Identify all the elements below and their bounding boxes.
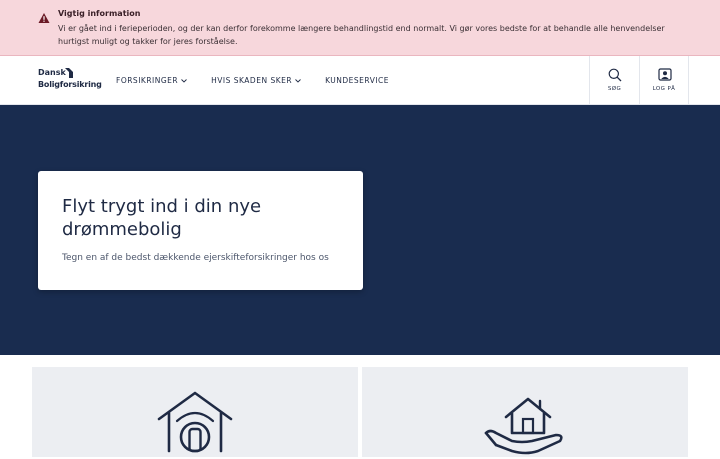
hero-section: Flyt trygt ind i din nye drømmebolig Teg…	[0, 105, 720, 355]
hero-subtitle: Tegn en af de bedst dækkende ejerskiftef…	[62, 253, 329, 263]
nav-item-label: FORSIKRINGER	[116, 76, 179, 85]
nav-item-forsikringer[interactable]: FORSIKRINGER	[116, 76, 187, 85]
hero-card: Flyt trygt ind i din nye drømmebolig Teg…	[38, 171, 363, 290]
product-cards	[0, 355, 720, 457]
nav-item-label: HVIS SKADEN SKER	[211, 76, 293, 85]
logo-mark-icon	[65, 68, 73, 78]
logo-line2: Boligforsikring	[38, 80, 102, 89]
chevron-down-icon	[181, 78, 187, 83]
login-button[interactable]: LOG PÅ	[639, 56, 689, 105]
site-header: Dansk Boligforsikring FORSIKRINGER HVIS …	[0, 56, 720, 105]
house-door-icon	[157, 391, 233, 453]
login-label: LOG PÅ	[652, 86, 676, 92]
alert-body: Vi er gået ind i ferieperioden, og der k…	[58, 24, 665, 46]
product-card[interactable]	[362, 367, 688, 457]
nav-item-hvis-skaden-sker[interactable]: HVIS SKADEN SKER	[211, 76, 301, 85]
logo-line1: Dansk	[38, 68, 66, 77]
warning-icon	[38, 13, 50, 23]
nav-item-label: KUNDESERVICE	[325, 76, 390, 85]
search-icon	[608, 68, 622, 82]
logo[interactable]: Dansk Boligforsikring	[38, 68, 102, 94]
main-nav: FORSIKRINGER HVIS SKADEN SKER KUNDESERVI…	[116, 56, 413, 105]
alert-title: Vigtig information	[58, 9, 141, 18]
product-card[interactable]	[32, 367, 358, 457]
chevron-down-icon	[295, 78, 301, 83]
info-alert: Vigtig information Vi er gået ind i feri…	[0, 0, 720, 56]
user-icon	[658, 68, 672, 81]
hero-title: Flyt trygt ind i din nye drømmebolig	[62, 196, 262, 240]
search-label: SØG	[607, 86, 622, 92]
nav-item-kundeservice[interactable]: KUNDESERVICE	[325, 76, 389, 85]
search-button[interactable]: SØG	[589, 56, 639, 105]
house-in-hand-icon	[484, 397, 563, 455]
